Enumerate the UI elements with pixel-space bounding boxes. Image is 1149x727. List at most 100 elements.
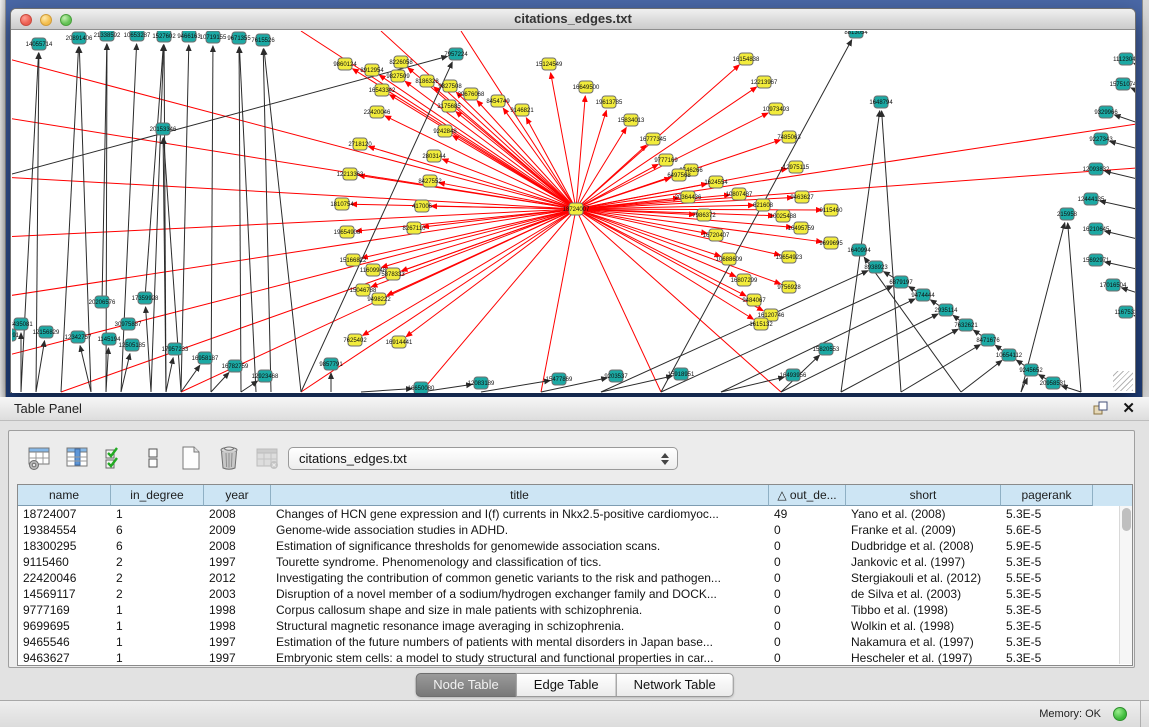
table-row[interactable]: 977716911998Corpus callosum shape and si…	[18, 602, 1118, 618]
graph-node[interactable]: 9860124	[333, 58, 357, 70]
graph-node[interactable]: 15477869	[546, 373, 573, 385]
graph-node[interactable]: 331591	[12, 329, 20, 341]
table-body[interactable]: 1872400712008Changes of HCN gene express…	[18, 506, 1118, 665]
graph-node[interactable]: 9203537	[604, 370, 628, 382]
graph-node[interactable]: 9227343	[1089, 133, 1113, 145]
tab-network-table[interactable]: Network Table	[616, 673, 734, 697]
graph-node[interactable]: 16650080	[408, 382, 435, 393]
graph-node[interactable]: 19613785	[596, 96, 623, 108]
table-row[interactable]: 911546021997Tourette syndrome. Phenomeno…	[18, 554, 1118, 570]
scrollbar-thumb[interactable]	[1122, 508, 1131, 531]
table-settings-icon[interactable]	[25, 445, 52, 472]
graph-node[interactable]: 30975887	[115, 318, 142, 330]
window-titlebar[interactable]: citations_edges.txt	[11, 9, 1135, 30]
graph-node[interactable]: 16543342	[369, 84, 396, 96]
graph-node[interactable]: 1167533	[1115, 306, 1135, 318]
graph-node[interactable]: 12975115	[783, 161, 810, 173]
graph-node[interactable]: 17016504	[1100, 279, 1127, 291]
close-panel-icon[interactable]: ✕	[1122, 402, 1135, 416]
graph-node[interactable]: 10025488	[770, 210, 797, 222]
graph-node[interactable]: 19654908	[334, 226, 361, 238]
graph-node[interactable]: 21338592	[94, 31, 121, 41]
graph-node[interactable]: 9857791	[319, 358, 343, 370]
graph-node[interactable]: 20891406	[66, 32, 93, 44]
column-header-title[interactable]: title	[271, 485, 769, 506]
graph-node[interactable]: 1145194	[98, 333, 122, 345]
graph-node[interactable]: 2935114	[935, 304, 959, 316]
graph-node[interactable]: 20958531	[1040, 377, 1067, 389]
graph-node[interactable]: 16914441	[386, 336, 413, 348]
table-row[interactable]: 1872400712008Changes of HCN gene express…	[18, 506, 1118, 522]
graph-node[interactable]: 215958	[1057, 208, 1078, 220]
table-row[interactable]: 946362711997Embryonic stem cells: a mode…	[18, 650, 1118, 665]
column-header-in_degree[interactable]: in_degree	[111, 485, 204, 506]
graph-node[interactable]: 9245652	[1019, 364, 1043, 376]
graph-node[interactable]: 10688609	[716, 253, 743, 265]
graph-node[interactable]: 7485063	[777, 131, 801, 143]
graph-node[interactable]: 1527602	[152, 31, 176, 42]
graph-node[interactable]: 7625402	[343, 334, 367, 346]
graph-node[interactable]: 9699695	[819, 237, 843, 249]
graph-node[interactable]: 12444135	[1078, 193, 1105, 205]
clear-selection-icon[interactable]	[139, 445, 166, 472]
graph-node[interactable]: 417006	[412, 200, 433, 212]
graph-node[interactable]: 16720407	[703, 229, 730, 241]
tab-node-table[interactable]: Node Table	[415, 673, 517, 697]
graph-node[interactable]: 19654923	[776, 251, 803, 263]
graph-node[interactable]: 29676068	[458, 88, 485, 100]
graph-node[interactable]: 16958187	[192, 352, 219, 364]
graph-node[interactable]: 1810754	[330, 198, 354, 210]
column-header-name[interactable]: name	[18, 485, 111, 506]
table-vertical-scrollbar[interactable]	[1119, 506, 1132, 664]
table-row[interactable]: 1830029562008Estimation of significance …	[18, 538, 1118, 554]
graph-node[interactable]: 12342757	[65, 331, 92, 343]
graph-node[interactable]: 12093832	[1083, 163, 1110, 175]
graph-node[interactable]: 16495759	[788, 222, 815, 234]
table-row[interactable]: 1938455462009Genome-wide association stu…	[18, 522, 1118, 538]
network-canvas[interactable]: 1872400798601248912954822605898275091654…	[12, 31, 1135, 393]
graph-node[interactable]: 22420046	[364, 106, 391, 118]
graph-node[interactable]: 10719155	[200, 31, 227, 43]
close-window-button[interactable]	[20, 14, 32, 26]
graph-node[interactable]: 1648794	[869, 96, 893, 108]
graph-node[interactable]: 9115460	[820, 204, 844, 216]
zoom-window-button[interactable]	[60, 14, 72, 26]
graph-node[interactable]: 10653287	[124, 31, 151, 41]
graph-node[interactable]: 7615526	[251, 34, 275, 46]
float-panel-icon[interactable]	[1093, 401, 1108, 416]
create-new-table-icon[interactable]	[177, 445, 204, 472]
graph-node[interactable]: 12213363	[337, 168, 364, 180]
graph-node[interactable]: 8471676	[976, 334, 1000, 346]
table-row[interactable]: 969969511998Structural magnetic resonanc…	[18, 618, 1118, 634]
table-row[interactable]: 946554611997Estimation of the future num…	[18, 634, 1118, 650]
graph-node[interactable]: 621608	[753, 199, 774, 211]
graph-node[interactable]: 8454749	[486, 95, 510, 107]
graph-node[interactable]: 9146821	[510, 104, 534, 116]
graph-node[interactable]: 8813054	[844, 31, 868, 38]
graph-node[interactable]: 16210645	[1083, 223, 1110, 235]
column-header-pagerank[interactable]: pagerank	[1001, 485, 1093, 506]
graph-node[interactable]: 9756928	[777, 281, 801, 293]
graph-node[interactable]: 12213967	[751, 76, 778, 88]
graph-node[interactable]: 14055714	[26, 38, 53, 50]
minimize-window-button[interactable]	[40, 14, 52, 26]
graph-node[interactable]: 9827508	[438, 80, 462, 92]
graph-node[interactable]: 8435081	[12, 318, 33, 330]
graph-node[interactable]: 9466163	[177, 31, 201, 42]
graph-node[interactable]: 9329966	[1094, 106, 1118, 118]
graph-node[interactable]: 16649500	[573, 81, 600, 93]
graph-node[interactable]: 2803144	[422, 150, 446, 162]
select-all-rows-icon[interactable]	[101, 445, 128, 472]
graph-node[interactable]: 16154838	[733, 53, 760, 65]
graph-node[interactable]: 15124549	[536, 58, 563, 70]
graph-node[interactable]: 1640994	[847, 244, 871, 256]
column-header-year[interactable]: year	[204, 485, 271, 506]
resize-grip[interactable]	[1113, 371, 1133, 391]
graph-node[interactable]: 16782759	[222, 360, 249, 372]
graph-node[interactable]: 16777345	[640, 133, 667, 145]
table-row[interactable]: 2242004622012Investigating the contribut…	[18, 570, 1118, 586]
graph-node[interactable]: 15834013	[618, 114, 645, 126]
column-header-out_de...[interactable]: △ out_de...	[769, 485, 846, 506]
graph-node[interactable]: 9671355	[227, 32, 251, 44]
graph-node[interactable]: 2718120	[348, 138, 372, 150]
